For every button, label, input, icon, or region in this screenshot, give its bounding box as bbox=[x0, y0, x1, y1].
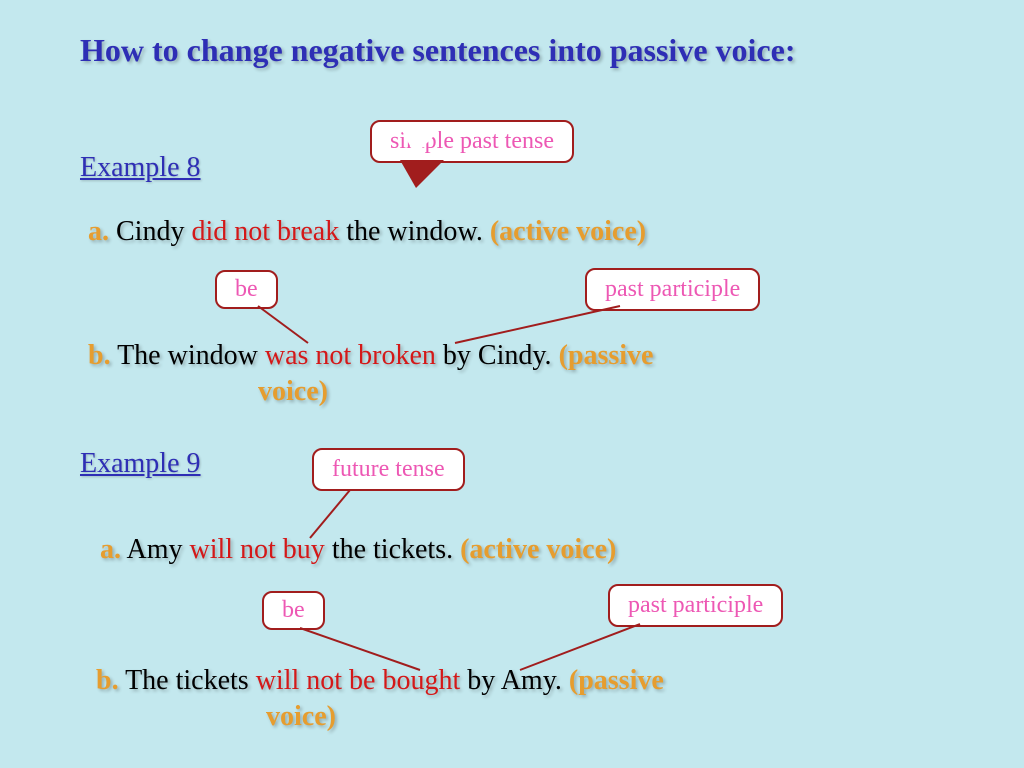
be-callout-ex9-text: be bbox=[282, 597, 305, 623]
ex8-b-voice2: voice) bbox=[258, 376, 328, 408]
ex9-line-b: b. The tickets will not be bought by Amy… bbox=[96, 665, 664, 697]
ex8-b-pre: The window bbox=[117, 340, 265, 371]
be-callout-ex8: be bbox=[215, 270, 278, 309]
ex9-a-voice: (active voice) bbox=[460, 534, 616, 565]
ex8-b-post: by Cindy. bbox=[436, 340, 559, 371]
bullet-b9: b. bbox=[96, 665, 119, 696]
pp-callout-ex9: past participle bbox=[608, 584, 783, 627]
ex8-line-b: b. The window was not broken by Cindy. (… bbox=[88, 340, 653, 372]
ex9-line-a: a. Amy will not buy the tickets. (active… bbox=[100, 534, 616, 566]
ex9-b-verb: will not be bought bbox=[256, 665, 461, 696]
pp-callout-ex9-text: past participle bbox=[628, 592, 763, 618]
ex9-a-post: the tickets. bbox=[325, 534, 460, 565]
example-8-heading: Example 8 bbox=[80, 152, 201, 184]
ex8-line-a: a. Cindy did not break the window. (acti… bbox=[88, 216, 646, 248]
bullet-b: b. bbox=[88, 340, 111, 371]
tense-pointer-ex9 bbox=[0, 0, 1024, 768]
connector-lines-ex9 bbox=[0, 0, 1024, 768]
be-callout-ex8-text: be bbox=[235, 276, 258, 302]
pp-callout-ex8: past participle bbox=[585, 268, 760, 311]
ex8-a-verb: did not break bbox=[191, 216, 339, 247]
pp-callout-ex8-text: past participle bbox=[605, 276, 740, 302]
ex9-a-verb: will not buy bbox=[189, 534, 324, 565]
ex9-b-voice: (passive bbox=[569, 665, 664, 696]
ex9-b-voice2: voice) bbox=[266, 701, 336, 733]
page-title: How to change negative sentences into pa… bbox=[80, 32, 795, 69]
tense-callout-ex9: future tense bbox=[312, 448, 465, 491]
bullet-a: a. bbox=[88, 216, 109, 247]
example-9-heading: Example 9 bbox=[80, 448, 201, 480]
ex9-a-pre: Amy bbox=[126, 534, 189, 565]
ex8-b-voice: (passive bbox=[559, 340, 654, 371]
be-callout-ex9: be bbox=[262, 591, 325, 630]
ex8-a-pre: Cindy bbox=[116, 216, 191, 247]
connector-lines-ex8 bbox=[0, 0, 1024, 768]
ex9-b-pre: The tickets bbox=[125, 665, 256, 696]
tense-callout-ex9-text: future tense bbox=[332, 456, 445, 482]
ex8-b-verb: was not broken bbox=[265, 340, 436, 371]
ex8-a-voice: (active voice) bbox=[490, 216, 646, 247]
tense-callout-ex8: simple past tense bbox=[370, 120, 574, 163]
ex8-a-post: the window. bbox=[339, 216, 490, 247]
ex9-b-post: by Amy. bbox=[460, 665, 569, 696]
bullet-a9: a. bbox=[100, 534, 121, 565]
